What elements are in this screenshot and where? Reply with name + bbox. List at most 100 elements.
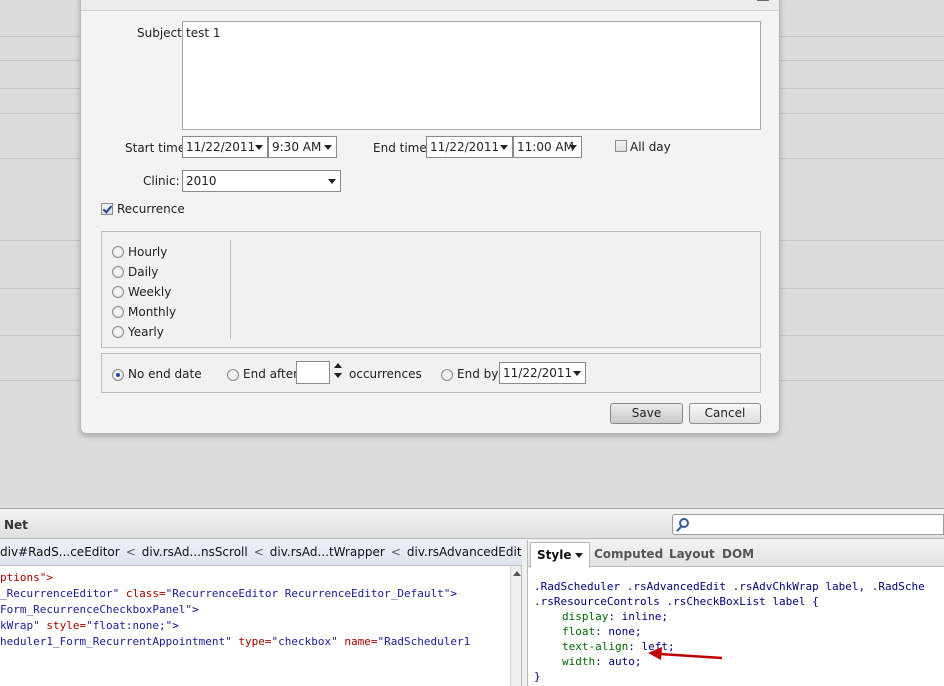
style-pane: Style Computed Layout DOM .RadScheduler … [527, 540, 944, 686]
html-pane-scrollbar[interactable] [510, 566, 521, 686]
chevron-down-icon[interactable] [573, 371, 581, 376]
element-breadcrumb: div#RadS...ceEditor < div.rsAd...nsScroll <… [0, 540, 522, 566]
dialog-titlebar [81, 0, 779, 11]
tab-style[interactable]: Style [530, 542, 591, 568]
breadcrumb-separator: < [253, 545, 264, 559]
breadcrumb-item[interactable]: div.rsAd...nsScroll [142, 545, 248, 559]
frequency-label-hourly: Hourly [128, 245, 168, 259]
html-source-line[interactable]: Form_RecurrenceCheckboxPanel"> [0, 603, 199, 616]
start-date-picker[interactable]: 11/22/2011 [182, 136, 268, 158]
html-source-line[interactable]: _RecurrenceEditor" class="RecurrenceEdit… [0, 587, 457, 600]
occurrences-label: occurrences [349, 367, 422, 381]
css-property: width [562, 655, 596, 668]
tab-style-label: Style [537, 548, 572, 562]
html-source-line[interactable]: kWrap" style="float:none;"> [0, 619, 179, 632]
html-token: "float:none;" [86, 619, 173, 632]
devtools-panel: Net div#RadS...ceEditor < div.rsAd...nsScr… [0, 508, 944, 686]
html-token: class= [119, 587, 166, 600]
no-end-date-radio[interactable] [112, 369, 124, 381]
css-rule-display[interactable]: display: inline; [562, 610, 668, 623]
chevron-down-icon[interactable] [328, 179, 336, 184]
start-date-value: 11/22/2011 [186, 140, 256, 154]
end-time-label: End time [373, 141, 427, 155]
end-by-label: End by [457, 367, 499, 381]
frequency-radio-hourly[interactable] [112, 246, 124, 258]
frequency-label-yearly: Yearly [128, 325, 164, 339]
breadcrumb-separator: < [125, 545, 136, 559]
end-by-date-picker[interactable]: 11/22/2011 [499, 362, 586, 384]
tab-layout[interactable]: Layout [669, 547, 715, 561]
html-token: "RadScheduler1 [377, 635, 471, 648]
frequency-radio-weekly[interactable] [112, 286, 124, 298]
clinic-select[interactable]: 2010 [182, 170, 341, 192]
start-time-value: 9:30 AM [272, 140, 322, 154]
spinner-up-icon[interactable] [334, 363, 342, 368]
css-rule-width[interactable]: width: auto; [562, 655, 642, 668]
search-icon [679, 518, 689, 528]
css-rule-float[interactable]: float: none; [562, 625, 642, 638]
html-token: ptions"> [0, 571, 53, 584]
subject-input[interactable]: test 1 [182, 21, 761, 130]
chevron-down-icon[interactable] [255, 145, 263, 150]
cancel-button[interactable]: Cancel [689, 403, 761, 424]
end-date-value: 11/22/2011 [430, 140, 500, 154]
breadcrumb-item[interactable]: div#RadS...ceEditor [0, 545, 120, 559]
clinic-value: 2010 [186, 174, 217, 188]
tab-net[interactable]: Net [4, 518, 28, 532]
frequency-radio-daily[interactable] [112, 266, 124, 278]
html-token: Form_RecurrenceCheckboxPanel" [0, 603, 193, 616]
css-value: inline; [621, 610, 668, 623]
end-after-radio[interactable] [227, 369, 239, 381]
all-day-checkbox[interactable] [615, 140, 627, 152]
scroll-up-icon[interactable] [513, 571, 521, 576]
no-end-date-label: No end date [128, 367, 202, 381]
css-value: none; [608, 625, 642, 638]
end-time-value: 11:00 AM [517, 140, 574, 154]
tab-computed[interactable]: Computed [594, 547, 663, 561]
start-time-picker[interactable]: 9:30 AM [268, 136, 337, 158]
panel-divider [230, 240, 231, 339]
chevron-down-icon[interactable] [324, 145, 332, 150]
frequency-radio-yearly[interactable] [112, 326, 124, 338]
html-token: name= [337, 635, 378, 648]
chevron-down-icon[interactable] [500, 145, 508, 150]
html-token: > [450, 587, 457, 600]
css-property: text-align [562, 640, 629, 653]
css-property: display [562, 610, 609, 623]
annotation-arrow-icon [648, 647, 723, 660]
frequency-label-daily: Daily [128, 265, 159, 279]
recurrence-checkbox[interactable] [101, 203, 113, 215]
subject-label: Subject [137, 26, 182, 40]
minimize-icon[interactable] [757, 0, 769, 1]
html-token: > [172, 619, 179, 632]
occurrences-spinner[interactable] [333, 361, 343, 383]
chevron-down-icon[interactable] [575, 553, 584, 558]
frequency-radio-monthly[interactable] [112, 306, 124, 318]
style-tabs: Style Computed Layout DOM [528, 540, 944, 568]
css-value: auto; [608, 655, 642, 668]
css-close-brace: } [534, 670, 541, 683]
all-day-label: All day [630, 140, 671, 154]
breadcrumb-item[interactable]: div.rsAd...tWrapper [270, 545, 385, 559]
css-selector-line: .rsResourceControls .rsCheckBoxList labe… [534, 595, 819, 608]
start-time-label: Start time [125, 141, 186, 155]
end-date-picker[interactable]: 11/22/2011 [426, 136, 513, 158]
recurrence-frequency-panel: Hourly Daily Weekly Monthly Yearly [101, 231, 761, 348]
end-by-radio[interactable] [441, 369, 453, 381]
devtools-toolbar: Net [0, 509, 944, 539]
frequency-label-weekly: Weekly [128, 285, 172, 299]
tab-dom[interactable]: DOM [722, 547, 754, 561]
html-source-line[interactable]: heduler1_Form_RecurrentAppointment" type… [0, 635, 470, 648]
chevron-down-icon[interactable] [569, 145, 577, 150]
devtools-search-input[interactable] [672, 514, 944, 535]
spinner-down-icon[interactable] [334, 373, 342, 378]
occurrences-input[interactable] [296, 361, 330, 384]
end-time-picker[interactable]: 11:00 AM [513, 136, 582, 158]
breadcrumb-item[interactable]: div.rsAdvancedEdit [407, 545, 522, 559]
save-button[interactable]: Save [610, 403, 683, 424]
end-by-date-value: 11/22/2011 [503, 366, 573, 380]
html-source-line[interactable]: ptions"> [0, 571, 53, 584]
frequency-label-monthly: Monthly [128, 305, 177, 319]
html-token: _RecurrenceEditor" [0, 587, 120, 600]
html-source-pane[interactable]: ptions"> _RecurrenceEditor" class="Recurr… [0, 566, 522, 686]
